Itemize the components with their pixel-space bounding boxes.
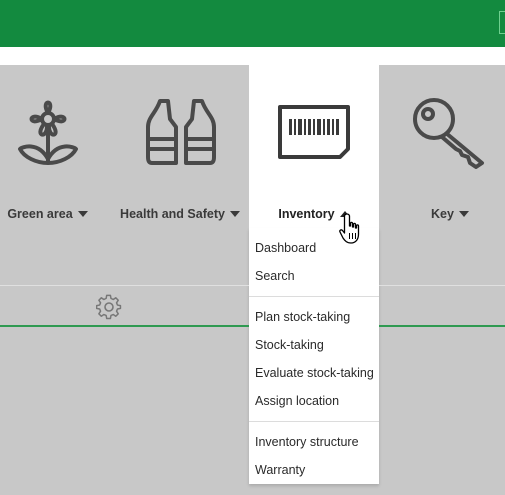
menu-item-plan-stock-taking[interactable]: Plan stock-taking — [249, 303, 379, 331]
divider — [0, 285, 249, 286]
menu-group: Inventory structure Warranty — [249, 422, 379, 490]
inventory-dropdown-menu: Dashboard Search Plan stock-taking Stock… — [249, 228, 379, 484]
menu-item-assign-location[interactable]: Assign location — [249, 387, 379, 415]
header-spacer — [0, 47, 505, 65]
chevron-down-icon — [229, 210, 240, 217]
nav-label-key: Key — [395, 207, 505, 221]
key-icon — [413, 98, 484, 169]
topbar-button-edge[interactable] — [499, 11, 505, 34]
top-app-bar — [0, 0, 505, 47]
nav-tile-health-safety[interactable]: Health and Safety — [110, 65, 250, 285]
hand-cursor-icon — [339, 213, 360, 244]
section-divider — [379, 325, 505, 327]
nav-tile-green-area[interactable]: Green area — [0, 65, 95, 285]
chevron-down-icon — [458, 210, 469, 217]
menu-item-stock-taking[interactable]: Stock-taking — [249, 331, 379, 359]
nav-tile-key[interactable]: Key — [395, 65, 505, 285]
nav-label-health-safety: Health and Safety — [110, 207, 250, 221]
chevron-down-icon — [77, 210, 88, 217]
flower-icon — [18, 100, 78, 165]
menu-group: Plan stock-taking Stock-taking Evaluate … — [249, 297, 379, 421]
menu-item-search[interactable]: Search — [249, 262, 379, 290]
gear-icon[interactable] — [96, 294, 122, 320]
safety-vest-icon — [146, 99, 216, 165]
nav-label-green-area: Green area — [0, 207, 95, 221]
menu-item-evaluate-stock-taking[interactable]: Evaluate stock-taking — [249, 359, 379, 387]
divider — [379, 285, 505, 286]
barcode-icon — [278, 105, 350, 159]
menu-item-inventory-structure[interactable]: Inventory structure — [249, 428, 379, 456]
menu-item-warranty[interactable]: Warranty — [249, 456, 379, 484]
section-divider — [0, 325, 249, 327]
